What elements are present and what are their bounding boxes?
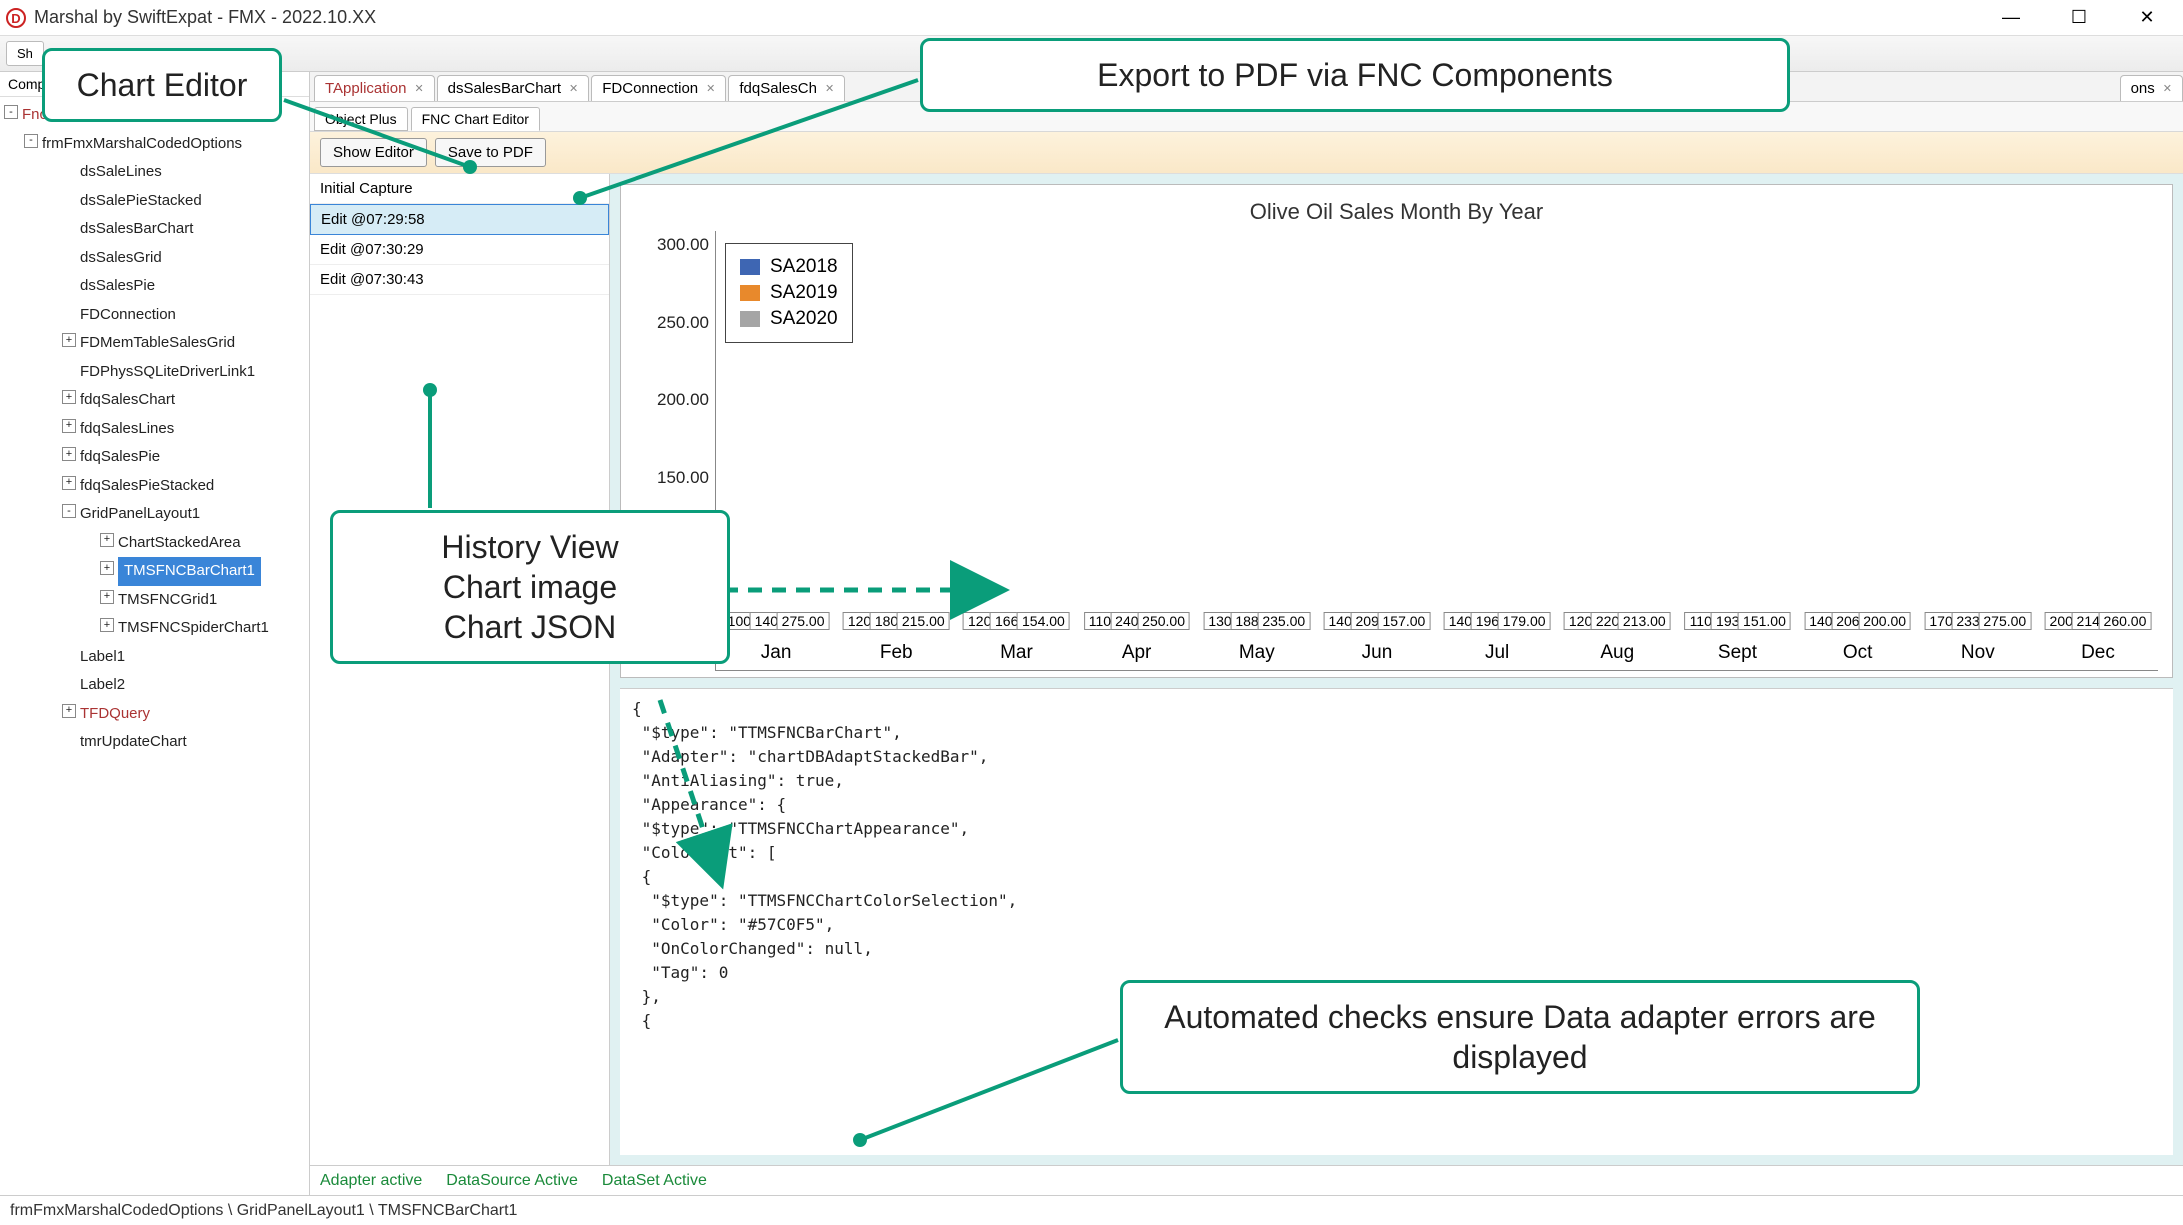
chart-title: Olive Oil Sales Month By Year bbox=[635, 199, 2158, 225]
status-item: Adapter active bbox=[320, 1172, 422, 1190]
tab[interactable]: dsSalesBarChart✕ bbox=[437, 75, 590, 101]
close-icon[interactable]: ✕ bbox=[414, 82, 423, 95]
chart-legend: SA2018SA2019SA2020 bbox=[725, 243, 853, 343]
chart-box: Olive Oil Sales Month By Year 300.00250.… bbox=[620, 184, 2173, 678]
tree-node[interactable]: Label2 bbox=[0, 671, 309, 700]
tree-node[interactable]: dsSalesPie bbox=[0, 272, 309, 301]
tree-node[interactable]: +fdqSalesChart bbox=[0, 386, 309, 415]
tree-node[interactable]: +TMSFNCSpiderChart1 bbox=[0, 614, 309, 643]
tree-node[interactable]: +TMSFNCBarChart1 bbox=[0, 557, 309, 586]
save-to-pdf-button[interactable]: Save to PDF bbox=[435, 138, 546, 167]
tree-node[interactable]: +TMSFNCGrid1 bbox=[0, 586, 309, 615]
status-item: DataSource Active bbox=[446, 1172, 578, 1190]
svg-text:D: D bbox=[11, 11, 20, 26]
status-item: DataSet Active bbox=[602, 1172, 707, 1190]
close-icon[interactable]: ✕ bbox=[569, 82, 578, 95]
tree-node[interactable]: dsSaleLines bbox=[0, 158, 309, 187]
tree-node[interactable]: +ChartStackedArea bbox=[0, 529, 309, 558]
plot-area: 100.00140.00275.00120.00180.00215.00120.… bbox=[715, 231, 2158, 671]
tree-node[interactable]: +fdqSalesPieStacked bbox=[0, 472, 309, 501]
window-controls: — ☐ ✕ bbox=[1991, 0, 2177, 36]
close-icon[interactable]: ✕ bbox=[825, 82, 834, 95]
tree-node[interactable]: +TFDQuery bbox=[0, 700, 309, 729]
tree-node[interactable]: FDConnection bbox=[0, 301, 309, 330]
chart-plot: 300.00250.00200.00150.00100.0050.00 100.… bbox=[635, 231, 2158, 671]
component-tree[interactable]: -FncChartFMXMarshalCoded-frmFmxMarshalCo… bbox=[0, 97, 309, 761]
tree-node[interactable]: -GridPanelLayout1 bbox=[0, 500, 309, 529]
tab-right[interactable]: ons✕ bbox=[2120, 75, 2183, 101]
callout-chart-editor: Chart Editor bbox=[42, 48, 282, 122]
callout-auto-checks: Automated checks ensure Data adapter err… bbox=[1120, 980, 1920, 1094]
history-panel[interactable]: Initial CaptureEdit @07:29:58Edit @07:30… bbox=[310, 174, 610, 1165]
window-title: Marshal by SwiftExpat - FMX - 2022.10.XX bbox=[34, 7, 1991, 28]
tree-node[interactable]: Label1 bbox=[0, 643, 309, 672]
tab[interactable]: fdqSalesCh✕ bbox=[728, 75, 845, 101]
history-item[interactable]: Initial Capture bbox=[310, 174, 609, 204]
show-toolbar-button[interactable]: Sh bbox=[6, 41, 44, 66]
action-bar: Show Editor Save to PDF bbox=[310, 132, 2183, 174]
tree-node[interactable]: +fdqSalesLines bbox=[0, 415, 309, 444]
callout-history: History View Chart image Chart JSON bbox=[330, 510, 730, 664]
tab[interactable]: FDConnection✕ bbox=[591, 75, 726, 101]
show-editor-button[interactable]: Show Editor bbox=[320, 138, 427, 167]
breadcrumb: frmFmxMarshalCodedOptions \ GridPanelLay… bbox=[0, 1195, 2183, 1225]
maximize-button[interactable]: ☐ bbox=[2059, 0, 2099, 36]
titlebar: D Marshal by SwiftExpat - FMX - 2022.10.… bbox=[0, 0, 2183, 36]
tree-node[interactable]: dsSalesGrid bbox=[0, 244, 309, 273]
component-sidebar: Comp -FncChartFMXMarshalCoded-frmFmxMars… bbox=[0, 72, 310, 1195]
tree-node[interactable]: FDPhysSQLiteDriverLink1 bbox=[0, 358, 309, 387]
tree-node[interactable]: tmrUpdateChart bbox=[0, 728, 309, 757]
close-button[interactable]: ✕ bbox=[2127, 0, 2167, 36]
tab[interactable]: TApplication✕ bbox=[314, 75, 435, 101]
tree-node[interactable]: +FDMemTableSalesGrid bbox=[0, 329, 309, 358]
tree-node[interactable]: -frmFmxMarshalCodedOptions bbox=[0, 130, 309, 159]
history-item[interactable]: Edit @07:30:29 bbox=[310, 235, 609, 265]
tree-node[interactable]: dsSalePieStacked bbox=[0, 187, 309, 216]
callout-export-pdf: Export to PDF via FNC Components bbox=[920, 38, 1790, 112]
close-icon[interactable]: ✕ bbox=[706, 82, 715, 95]
sub-tab[interactable]: Object Plus bbox=[314, 107, 408, 131]
history-item[interactable]: Edit @07:30:43 bbox=[310, 265, 609, 295]
tree-node[interactable]: +fdqSalesPie bbox=[0, 443, 309, 472]
app-icon: D bbox=[6, 8, 26, 28]
minimize-button[interactable]: — bbox=[1991, 0, 2031, 36]
sub-tab[interactable]: FNC Chart Editor bbox=[411, 107, 540, 131]
close-icon[interactable]: ✕ bbox=[2163, 82, 2172, 95]
tree-node[interactable]: dsSalesBarChart bbox=[0, 215, 309, 244]
history-item[interactable]: Edit @07:29:58 bbox=[310, 204, 609, 235]
status-bar: Adapter active DataSource Active DataSet A… bbox=[310, 1165, 2183, 1195]
